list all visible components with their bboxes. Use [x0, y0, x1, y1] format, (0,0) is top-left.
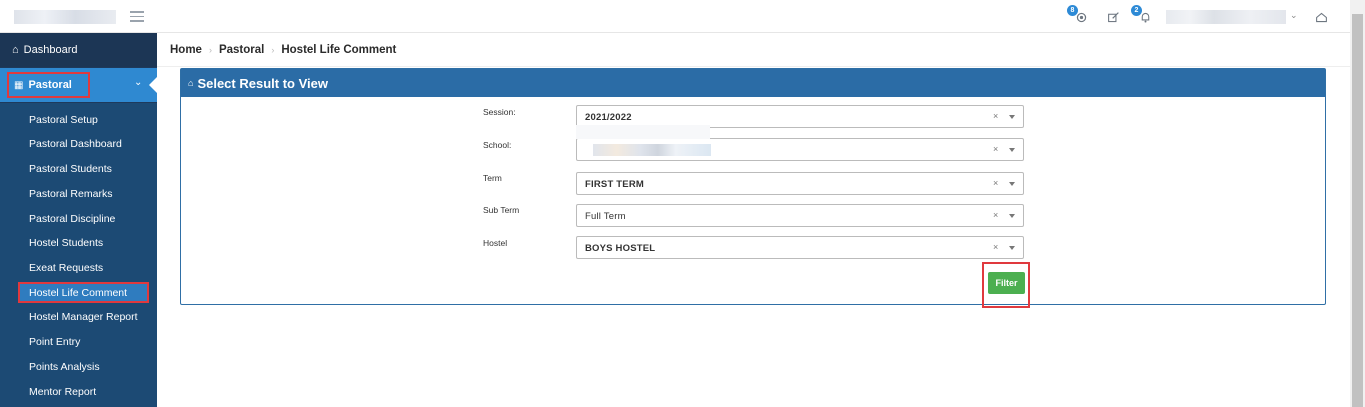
sidebar-item-pastoral-dashboard[interactable]: Pastoral Dashboard — [0, 132, 157, 156]
breadcrumb: Home › Pastoral › Hostel Life Comment — [170, 38, 396, 62]
hostel-label: Hostel — [483, 238, 508, 248]
notifications-badge: 8 — [1067, 5, 1078, 16]
hostel-value: BOYS HOSTEL — [585, 243, 656, 254]
term-value: FIRST TERM — [585, 179, 644, 190]
chevron-down-icon: ⌄ — [134, 77, 143, 88]
breadcrumb-home[interactable]: Home — [170, 44, 202, 56]
logo[interactable] — [14, 10, 116, 24]
hostel-select[interactable]: BOYS HOSTEL × — [576, 236, 1024, 259]
sidebar: ⌂ Dashboard ▦ Pastoral ⌄ Pastoral Setup … — [0, 33, 157, 407]
home-icon: ⌂ — [188, 78, 194, 88]
sidebar-item-label: Point Entry — [29, 336, 81, 348]
chevron-down-icon[interactable] — [1009, 182, 1015, 186]
sidebar-item-label: Exeat Requests — [29, 262, 104, 274]
user-menu[interactable] — [1166, 10, 1286, 24]
chevron-down-icon[interactable] — [1009, 214, 1015, 218]
sidebar-item-mentor-report[interactable]: Mentor Report — [0, 380, 157, 404]
sidebar-item-pastoral[interactable]: ▦ Pastoral ⌄ — [0, 68, 157, 102]
menu-toggle-icon[interactable] — [130, 11, 144, 22]
clear-icon[interactable]: × — [993, 144, 998, 154]
filter-highlight: Filter — [982, 262, 1030, 308]
breadcrumb-separator: › — [208, 45, 212, 55]
pastoral-submenu: Pastoral Setup Pastoral Dashboard Pastor… — [0, 103, 157, 407]
sidebar-item-label: Hostel Life Comment — [29, 287, 128, 299]
redaction-overlay — [576, 125, 710, 139]
inbox-icon[interactable] — [1313, 9, 1329, 25]
sub-term-select[interactable]: Full Term × — [576, 204, 1024, 227]
sidebar-item-exeat-requests[interactable]: Exeat Requests — [0, 256, 157, 280]
clear-icon[interactable]: × — [993, 111, 998, 121]
clear-icon[interactable]: × — [993, 210, 998, 220]
bell-icon[interactable]: 2 — [1131, 5, 1153, 25]
sidebar-item-label: Pastoral Setup — [29, 114, 98, 126]
session-value: 2021/2022 — [585, 112, 632, 123]
panel-header: ⌂ Select Result to View — [181, 69, 1325, 97]
active-indicator — [149, 77, 157, 93]
sub-term-value: Full Term — [585, 211, 626, 222]
sidebar-item-dashboard[interactable]: ⌂ Dashboard — [0, 33, 157, 67]
sidebar-item-label: Pastoral Remarks — [29, 188, 113, 200]
sidebar-item-label: Mentor Report — [29, 386, 97, 398]
chevron-down-icon[interactable] — [1009, 246, 1015, 250]
scrollbar-thumb[interactable] — [1352, 14, 1363, 407]
sidebar-item-points-analysis[interactable]: Points Analysis — [0, 355, 157, 379]
home-icon: ⌂ — [12, 44, 19, 56]
term-label: Term — [483, 173, 502, 183]
sidebar-item-pastoral-students[interactable]: Pastoral Students — [0, 157, 157, 181]
panel-title: Select Result to View — [197, 75, 328, 91]
edit-icon[interactable] — [1105, 9, 1121, 25]
top-bar: 8 2 ⌄ — [0, 0, 1365, 33]
term-select[interactable]: FIRST TERM × — [576, 172, 1024, 195]
filter-button[interactable]: Filter — [988, 272, 1025, 294]
divider — [157, 66, 1350, 67]
sidebar-item-point-entry[interactable]: Point Entry — [0, 330, 157, 354]
sidebar-item-label: Pastoral — [28, 79, 72, 91]
sidebar-item-pastoral-setup[interactable]: Pastoral Setup — [0, 108, 157, 132]
sidebar-item-label: Pastoral Students — [29, 163, 112, 175]
school-value-redacted — [593, 144, 711, 156]
school-select[interactable]: × — [576, 138, 1024, 161]
user-caret-icon[interactable]: ⌄ — [1290, 10, 1298, 21]
sidebar-item-label: Pastoral Discipline — [29, 213, 116, 225]
sidebar-item-label: Pastoral Dashboard — [29, 138, 122, 150]
grid-icon: ▦ — [14, 79, 24, 91]
sidebar-item-pastoral-remarks[interactable]: Pastoral Remarks — [0, 182, 157, 206]
messages-badge: 2 — [1131, 5, 1142, 16]
sidebar-item-label: Points Analysis — [29, 361, 100, 373]
chevron-down-icon[interactable] — [1009, 115, 1015, 119]
gear-icon[interactable]: 8 — [1067, 5, 1089, 25]
sidebar-item-hostel-students[interactable]: Hostel Students — [0, 231, 157, 255]
session-label: Session: — [483, 107, 516, 117]
school-label: School: — [483, 140, 512, 150]
clear-icon[interactable]: × — [993, 178, 998, 188]
sidebar-item-label: Hostel Students — [29, 237, 104, 249]
breadcrumb-pastoral[interactable]: Pastoral — [219, 44, 264, 56]
breadcrumb-separator: › — [271, 45, 275, 55]
chevron-down-icon[interactable] — [1009, 148, 1015, 152]
sidebar-item-pastoral-discipline[interactable]: Pastoral Discipline — [0, 207, 157, 231]
sidebar-item-hostel-manager-report[interactable]: Hostel Manager Report — [0, 305, 157, 329]
breadcrumb-current: Hostel Life Comment — [281, 44, 397, 56]
clear-icon[interactable]: × — [993, 242, 998, 252]
sidebar-item-hostel-life-comment[interactable]: Hostel Life Comment — [0, 281, 157, 305]
sidebar-item-label: Hostel Manager Report — [29, 311, 138, 323]
sub-term-label: Sub Term — [483, 205, 520, 215]
sidebar-item-label: Dashboard — [23, 44, 78, 56]
